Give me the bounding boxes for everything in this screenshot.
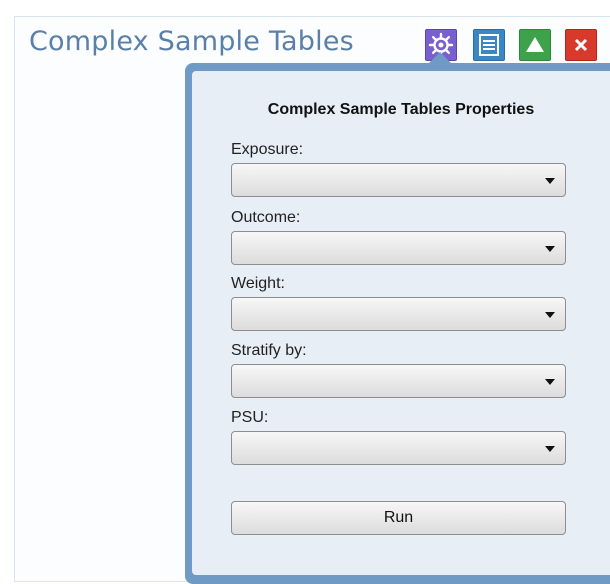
dropdown-arrow-icon — [545, 379, 555, 385]
properties-panel: Complex Sample Tables Properties Exposur… — [185, 63, 610, 584]
exposure-label: Exposure: — [231, 141, 304, 158]
panel-pointer — [427, 52, 453, 65]
stratify-dropdown[interactable] — [231, 364, 566, 398]
outcome-dropdown[interactable] — [231, 231, 566, 265]
list-button[interactable] — [473, 29, 505, 61]
run-button[interactable]: Run — [231, 501, 566, 535]
maximize-button[interactable] — [519, 29, 551, 61]
dropdown-arrow-icon — [545, 446, 555, 452]
dropdown-arrow-icon — [545, 312, 555, 318]
gadget-title: Complex Sample Tables — [29, 26, 354, 57]
exposure-dropdown[interactable] — [231, 163, 566, 197]
weight-label: Weight: — [231, 275, 285, 292]
triangle-up-icon — [526, 37, 544, 52]
psu-dropdown[interactable] — [231, 431, 566, 465]
close-button[interactable] — [565, 29, 597, 61]
dropdown-arrow-icon — [545, 246, 555, 252]
psu-label: PSU: — [231, 409, 269, 426]
close-x-icon — [574, 38, 588, 52]
weight-dropdown[interactable] — [231, 297, 566, 331]
list-icon — [479, 34, 499, 56]
properties-panel-body: Complex Sample Tables Properties Exposur… — [192, 71, 610, 575]
properties-heading: Complex Sample Tables Properties — [267, 101, 535, 118]
dropdown-arrow-icon — [545, 178, 555, 184]
stratify-label: Stratify by: — [231, 342, 307, 359]
outcome-label: Outcome: — [231, 209, 301, 226]
